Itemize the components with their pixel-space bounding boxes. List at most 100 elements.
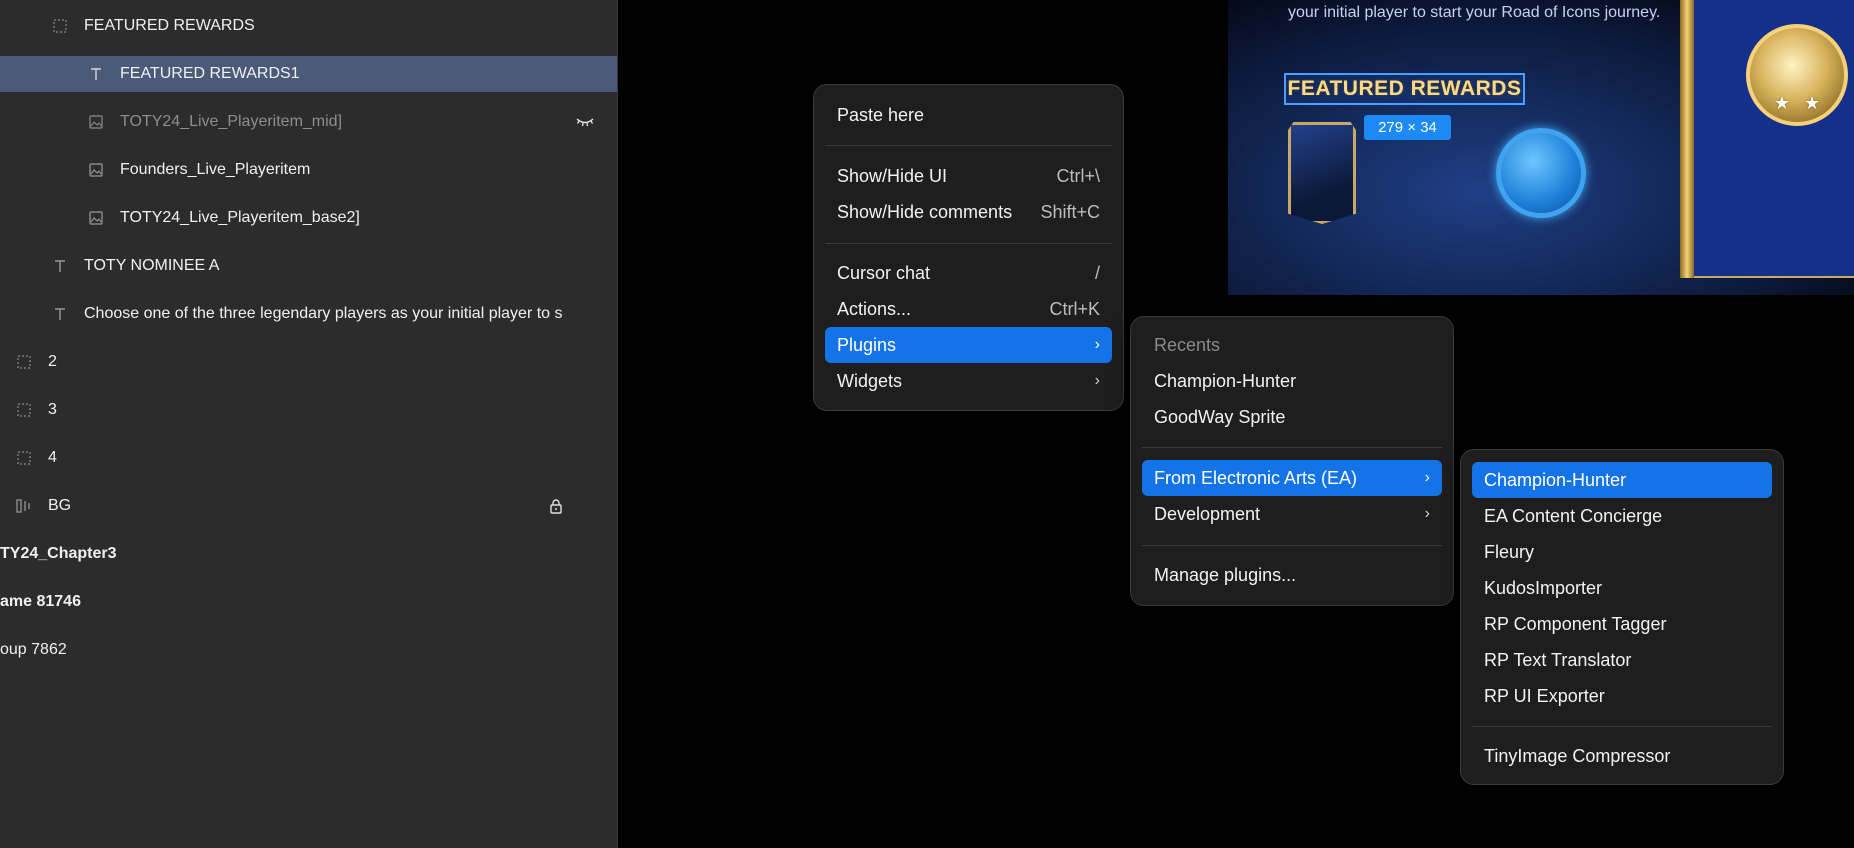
menu-item-label: EA Content Concierge <box>1484 505 1663 526</box>
layer-label: Founders_Live_Playeritem <box>120 161 311 178</box>
ea-plugin-fleury[interactable]: Fleury <box>1472 534 1772 570</box>
canvas-description-text: your initial player to start your Road o… <box>1288 4 1661 21</box>
layer-label: FEATURED REWARDS1 <box>120 65 300 82</box>
ea-plugin-champion-hunter[interactable]: Champion-Hunter <box>1472 462 1772 498</box>
layer-label: Choose one of the three legendary player… <box>84 305 563 322</box>
layer-label: ame 81746 <box>0 593 81 610</box>
menu-item-label: Manage plugins... <box>1154 564 1297 585</box>
layer-label: TY24_Chapter3 <box>0 545 117 562</box>
menu-divider <box>825 243 1112 244</box>
text-icon <box>88 66 104 82</box>
development-menu-item[interactable]: Development › <box>1142 496 1442 532</box>
menu-item-label: Champion-Hunter <box>1154 370 1297 391</box>
stars-text: ★★ <box>1773 93 1835 113</box>
ea-plugin-kudosimporter[interactable]: KudosImporter <box>1472 570 1772 606</box>
from-ea-menu-item[interactable]: From Electronic Arts (EA) › <box>1142 460 1442 496</box>
ea-plugin-content-concierge[interactable]: EA Content Concierge <box>1472 498 1772 534</box>
player-card-thumbnail <box>1288 122 1356 224</box>
reward-coin-image <box>1496 128 1586 218</box>
layer-row-2[interactable]: 2 <box>0 344 617 380</box>
layer-row-3[interactable]: 3 <box>0 392 617 428</box>
menu-item-label: Cursor chat <box>837 262 931 283</box>
image-icon <box>88 162 104 178</box>
canvas-artwork[interactable]: your initial player to start your Road o… <box>1228 0 1854 295</box>
layer-label: oup 7862 <box>0 641 67 658</box>
layer-row-choose-text[interactable]: Choose one of the three legendary player… <box>0 296 617 332</box>
layer-label: TOTY24_Live_Playeritem_base2] <box>120 209 360 226</box>
image-icon <box>88 210 104 226</box>
auto-layout-icon <box>16 498 32 514</box>
frame-icon <box>16 354 32 370</box>
size-badge: 279 × 34 <box>1364 115 1451 140</box>
menu-item-label: Development <box>1154 503 1261 524</box>
chevron-right-icon: › <box>1094 372 1100 389</box>
menu-item-label: Paste here <box>837 104 925 125</box>
menu-divider <box>1142 545 1442 546</box>
menu-item-label: Show/Hide comments <box>837 201 1013 222</box>
ea-plugin-rp-ui-exporter[interactable]: RP UI Exporter <box>1472 678 1772 714</box>
layers-panel: FEATURED REWARDS FEATURED REWARDS1 TOTY2… <box>0 0 618 848</box>
menu-item-label: RP Component Tagger <box>1484 613 1667 634</box>
cursor-chat-menu-item[interactable]: Cursor chat / <box>825 255 1112 291</box>
layer-label: 3 <box>48 401 57 418</box>
recent-plugin-champion-hunter[interactable]: Champion-Hunter <box>1142 363 1442 399</box>
image-icon <box>88 114 104 130</box>
chevron-right-icon: › <box>1094 336 1100 353</box>
layer-row-featured-rewards1[interactable]: FEATURED REWARDS1 <box>0 56 617 92</box>
plugins-menu-item[interactable]: Plugins › <box>825 327 1112 363</box>
layer-row-toty-nominee-a[interactable]: TOTY NOMINEE A <box>0 248 617 284</box>
layer-label: 2 <box>48 353 57 370</box>
show-hide-comments-menu-item[interactable]: Show/Hide comments Shift+C <box>825 194 1112 230</box>
layer-row-toty24-chapter3[interactable]: TY24_Chapter3 <box>0 536 617 572</box>
featured-rewards-text-selected[interactable]: FEATURED REWARDS <box>1284 73 1525 105</box>
layer-label: TOTY24_Live_Playeritem_mid] <box>120 113 343 130</box>
recent-plugin-goodway-sprite[interactable]: GoodWay Sprite <box>1142 399 1442 435</box>
paste-here-menu-item[interactable]: Paste here <box>825 97 1112 133</box>
layer-row-featured-rewards[interactable]: FEATURED REWARDS <box>0 8 617 44</box>
menu-item-label: Actions... <box>837 298 912 319</box>
layer-row-toty24-mid[interactable]: TOTY24_Live_Playeritem_mid] <box>0 104 617 140</box>
menu-item-label: RP Text Translator <box>1484 649 1632 670</box>
layer-row-group-7862[interactable]: oup 7862 <box>0 632 617 668</box>
shortcut-label: Ctrl+\ <box>1056 165 1100 186</box>
layer-row-founders[interactable]: Founders_Live_Playeritem <box>0 152 617 188</box>
context-menu: Paste here Show/Hide UI Ctrl+\ Show/Hide… <box>813 84 1124 411</box>
layer-row-toty24-base2[interactable]: TOTY24_Live_Playeritem_base2] <box>0 200 617 236</box>
chevron-right-icon: › <box>1424 469 1430 486</box>
frame-icon <box>52 18 68 34</box>
menu-item-label: Champion-Hunter <box>1484 469 1627 490</box>
menu-divider <box>1142 447 1442 448</box>
menu-item-label: TinyImage Compressor <box>1484 745 1671 766</box>
chevron-right-icon: › <box>1424 505 1430 522</box>
menu-item-label: GoodWay Sprite <box>1154 406 1286 427</box>
menu-item-label: Widgets <box>837 370 903 391</box>
ea-plugin-tinyimage-compressor[interactable]: TinyImage Compressor <box>1472 738 1772 774</box>
menu-item-label: KudosImporter <box>1484 577 1603 598</box>
text-icon <box>52 258 68 274</box>
menu-divider <box>1472 726 1772 727</box>
eye-closed-icon[interactable] <box>575 112 595 132</box>
manage-plugins-menu-item[interactable]: Manage plugins... <box>1142 557 1442 593</box>
text-icon <box>52 306 68 322</box>
menu-item-label: Show/Hide UI <box>837 165 948 186</box>
show-hide-ui-menu-item[interactable]: Show/Hide UI Ctrl+\ <box>825 158 1112 194</box>
menu-item-label: Plugins <box>837 334 897 355</box>
ea-plugin-rp-text-translator[interactable]: RP Text Translator <box>1472 642 1772 678</box>
actions-menu-item[interactable]: Actions... Ctrl+K <box>825 291 1112 327</box>
recents-header: Recents <box>1154 335 1221 355</box>
layer-row-frame-81746[interactable]: ame 81746 <box>0 584 617 620</box>
widgets-menu-item[interactable]: Widgets › <box>825 363 1112 399</box>
menu-item-label: Fleury <box>1484 541 1535 562</box>
gold-card-edge <box>1680 0 1694 278</box>
layer-row-bg[interactable]: BG <box>0 488 617 524</box>
plugins-submenu: Recents Champion-Hunter GoodWay Sprite F… <box>1130 316 1454 606</box>
lock-icon[interactable] <box>546 496 566 516</box>
gold-ball-icon: ★★ <box>1746 24 1848 126</box>
ea-plugin-rp-component-tagger[interactable]: RP Component Tagger <box>1472 606 1772 642</box>
shortcut-label: Shift+C <box>1040 201 1100 222</box>
shortcut-label: / <box>1094 262 1100 283</box>
layer-row-4[interactable]: 4 <box>0 440 617 476</box>
layer-label: FEATURED REWARDS <box>84 17 255 34</box>
menu-item-label: RP UI Exporter <box>1484 685 1605 706</box>
ea-plugins-submenu: Champion-Hunter EA Content Concierge Fle… <box>1460 449 1784 785</box>
